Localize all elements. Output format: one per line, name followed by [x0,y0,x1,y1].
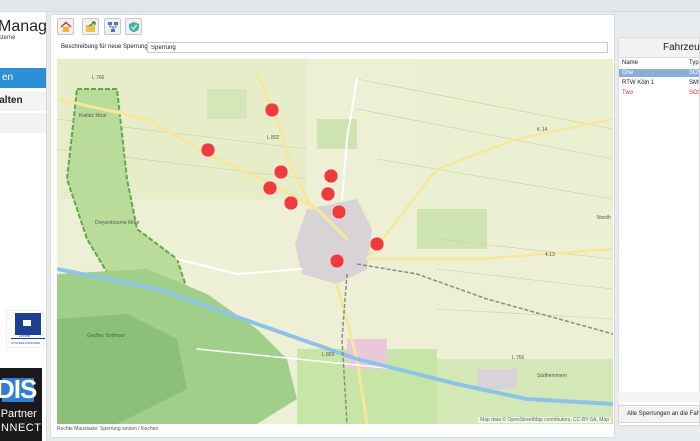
shield-icon [129,22,139,32]
partner-logo-line2: ONNECT [0,422,42,434]
vehicle-type: SMS [689,80,699,86]
vehicle-type: SOS [689,90,699,96]
map-label: L 766 [512,355,525,361]
map-label: L 803 [322,352,335,358]
vehicle-row[interactable]: Two SOS [619,89,699,97]
partner-logo: DIS r Partner ONNECT [0,368,42,441]
blockade-marker[interactable] [369,236,385,252]
open-button[interactable] [82,18,99,35]
blockade-marker[interactable] [329,253,345,269]
map-view[interactable]: L 766 Kiebitz Moor Dreyenbourne Moor L 8… [57,59,613,424]
app-subtitle: ysteme [0,35,16,41]
folder-arrow-icon [86,21,96,32]
app-title: Manager [0,18,47,35]
blockade-marker[interactable] [264,102,280,118]
vehicle-name: RTW Köln 1 [622,80,655,86]
map-label: L 802 [267,135,280,141]
blockade-marker[interactable] [323,168,339,184]
sidebar-item-active[interactable]: en [0,68,46,88]
map-label: Großes Torfmoor [87,333,125,339]
map-label: Nordh [597,215,611,221]
vehicle-panel-separator [618,392,700,402]
vehicle-panel-title: Fahrzeuge [619,38,699,58]
blockade-marker[interactable] [273,164,289,180]
lehrte-logo-sub: SYSTEMLÖSUNGEN [11,341,41,345]
send-all-blockades-button[interactable]: Alle Sperrungen an die Fahrzeuge [618,405,700,423]
sidebar-item-label: en [2,72,14,83]
description-label: Beschreibung für neue Sperrung: [61,44,150,50]
home-button[interactable] [57,18,74,35]
vehicle-name: One [622,70,634,76]
partner-logo-big: DIS [0,374,37,404]
lehrte-logo: Lehrte SYSTEMLÖSUNGEN [6,310,45,348]
blockade-marker[interactable] [262,180,278,196]
map-label: L 766 [92,75,105,81]
lehrte-logo-mark [15,313,41,335]
top-strip [0,0,700,12]
map-attribution: Map data © OpenStreetMap contributors, C… [478,417,611,423]
column-header-name[interactable]: Name [622,60,638,66]
vehicle-row[interactable]: One SOS [619,69,699,77]
blockade-marker[interactable] [200,142,216,158]
map-label: K 14 [537,127,548,133]
sidebar: Manager ysteme en erwalten Lehrte SYSTEM… [0,12,47,441]
main-panel: Beschreibung für neue Sperrung: Sperrung… [50,14,615,438]
vehicle-panel: Fahrzeuge Name Typ One SOS RTW Köln 1 SM… [618,37,700,426]
blockade-marker[interactable] [283,195,299,211]
home-icon [60,21,72,32]
vehicle-name: Two [622,90,634,96]
description-input[interactable] [147,42,608,53]
map-hint: Rechte Maustaste: Sperrung setzen / lösc… [57,426,159,432]
map-label: Südhemmern [537,373,567,379]
vehicle-row[interactable]: RTW Köln 1 SMS [619,79,699,87]
network-icon [108,22,118,32]
sidebar-item-empty[interactable] [0,113,46,133]
vehicle-type: SOS [689,70,699,76]
map-label: Dreyenbourne Moor [95,220,140,226]
blockade-marker[interactable] [331,204,347,220]
network-button[interactable] [104,18,121,35]
map-canvas: L 766 Kiebitz Moor Dreyenbourne Moor L 8… [57,59,613,424]
map-label: Kiebitz Moor [79,113,107,119]
sidebar-item-manage[interactable]: erwalten [0,91,46,111]
map-label: 4.13 [545,252,555,258]
column-header-type[interactable]: Typ [689,60,699,66]
sidebar-item-label: erwalten [0,95,23,106]
shield-button[interactable] [125,18,142,35]
blockade-marker[interactable] [320,186,336,202]
partner-logo-line1: r Partner [0,408,37,420]
